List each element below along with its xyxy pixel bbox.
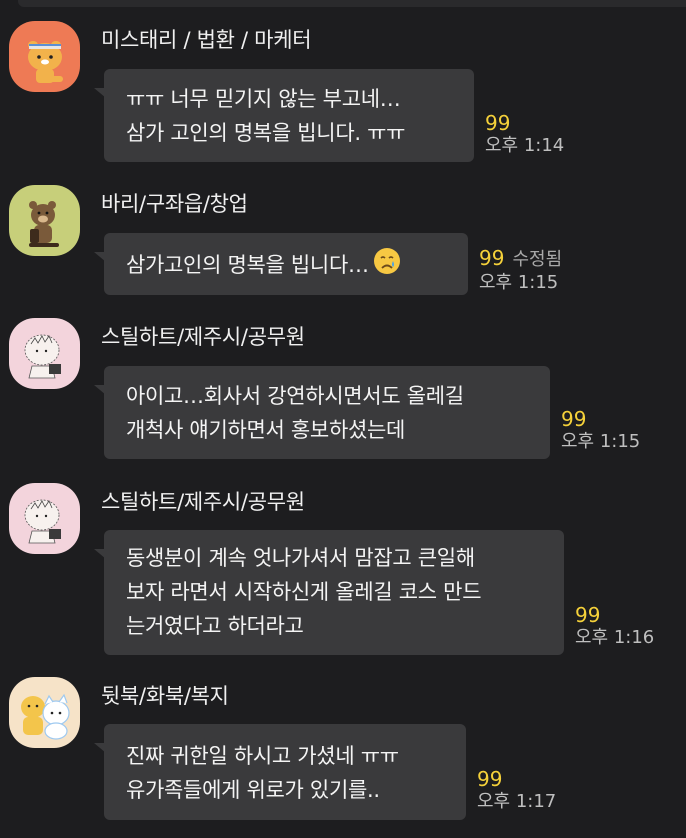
message-line: 삼가고인의 명복을 빕니다…	[126, 253, 369, 277]
message-line: ㅠㅠ 너무 믿기지 않는 부고네…	[126, 87, 401, 111]
message-meta: 99 수정됨 오후 1:15	[479, 245, 562, 295]
sender-name[interactable]: 뒷북/화북/복지	[101, 680, 229, 710]
message-bubble[interactable]: 동생분이 계속 엇나가셔서 맘잡고 큰일해 보자 라면서 시작하신게 올레길 코…	[104, 530, 564, 655]
bear-character-avatar-icon	[9, 185, 80, 256]
profile-avatar[interactable]	[9, 677, 80, 748]
message-line: 개척사 얘기하면서 홍보하셨는데	[126, 418, 406, 442]
ryan-character-avatar-icon	[9, 21, 80, 92]
sender-name[interactable]: 스틸하트/제주시/공무원	[101, 486, 305, 516]
two-characters-avatar-icon	[9, 677, 80, 748]
message-meta: 99 오후 1:16	[575, 604, 654, 650]
timestamp: 오후 1:16	[575, 627, 655, 648]
timestamp: 오후 1:15	[561, 431, 641, 452]
unread-count: 99	[561, 407, 587, 431]
message-line: 아이고…회사서 강연하시면서도 올레길	[126, 384, 464, 408]
profile-avatar[interactable]	[9, 318, 80, 389]
sender-name[interactable]: 바리/구좌읍/창업	[101, 188, 248, 218]
message-meta: 99 오후 1:14	[485, 112, 564, 158]
profile-avatar[interactable]	[9, 185, 80, 256]
timestamp: 오후 1:15	[479, 272, 559, 293]
message-line: 동생분이 계속 엇나가셔서 맘잡고 큰일해	[126, 546, 475, 570]
message-line: 유가족들에게 위로가 있기를..	[126, 778, 380, 802]
message-line: 보자 라면서 시작하신게 올레길 코스 만드	[126, 580, 482, 604]
sketch-character-avatar-icon	[9, 483, 80, 554]
crying-face-emoji-icon	[373, 247, 401, 285]
message-line: 삼가 고인의 명복을 빕니다. ㅠㅠ	[126, 121, 406, 145]
unread-count: 99	[479, 246, 505, 270]
sender-name[interactable]: 스틸하트/제주시/공무원	[101, 321, 305, 351]
profile-avatar[interactable]	[9, 21, 80, 92]
timestamp: 오후 1:14	[485, 135, 565, 156]
sketch-character-avatar-icon	[9, 318, 80, 389]
message-bubble[interactable]: 삼가고인의 명복을 빕니다…	[104, 233, 468, 295]
unread-count: 99	[575, 603, 601, 627]
message-meta: 99 오후 1:15	[561, 408, 640, 454]
profile-avatar[interactable]	[9, 483, 80, 554]
message-bubble[interactable]: ㅠㅠ 너무 믿기지 않는 부고네… 삼가 고인의 명복을 빕니다. ㅠㅠ	[104, 69, 474, 162]
unread-count: 99	[485, 111, 511, 135]
message-line: 는거였다고 하더라고	[126, 614, 304, 638]
timestamp: 오후 1:17	[477, 791, 557, 812]
unread-count: 99	[477, 767, 503, 791]
message-bubble[interactable]: 진짜 귀한일 하시고 가셨네 ㅠㅠ 유가족들에게 위로가 있기를..	[104, 724, 466, 820]
message-line: 진짜 귀한일 하시고 가셨네 ㅠㅠ	[126, 744, 399, 768]
previous-message-edge	[18, 0, 686, 7]
message-meta: 99 오후 1:17	[477, 768, 556, 814]
message-bubble[interactable]: 아이고…회사서 강연하시면서도 올레길 개척사 얘기하면서 홍보하셨는데	[104, 366, 550, 459]
sender-name[interactable]: 미스태리 / 법환 / 마케터	[101, 24, 312, 54]
edited-label: 수정됨	[512, 249, 563, 270]
